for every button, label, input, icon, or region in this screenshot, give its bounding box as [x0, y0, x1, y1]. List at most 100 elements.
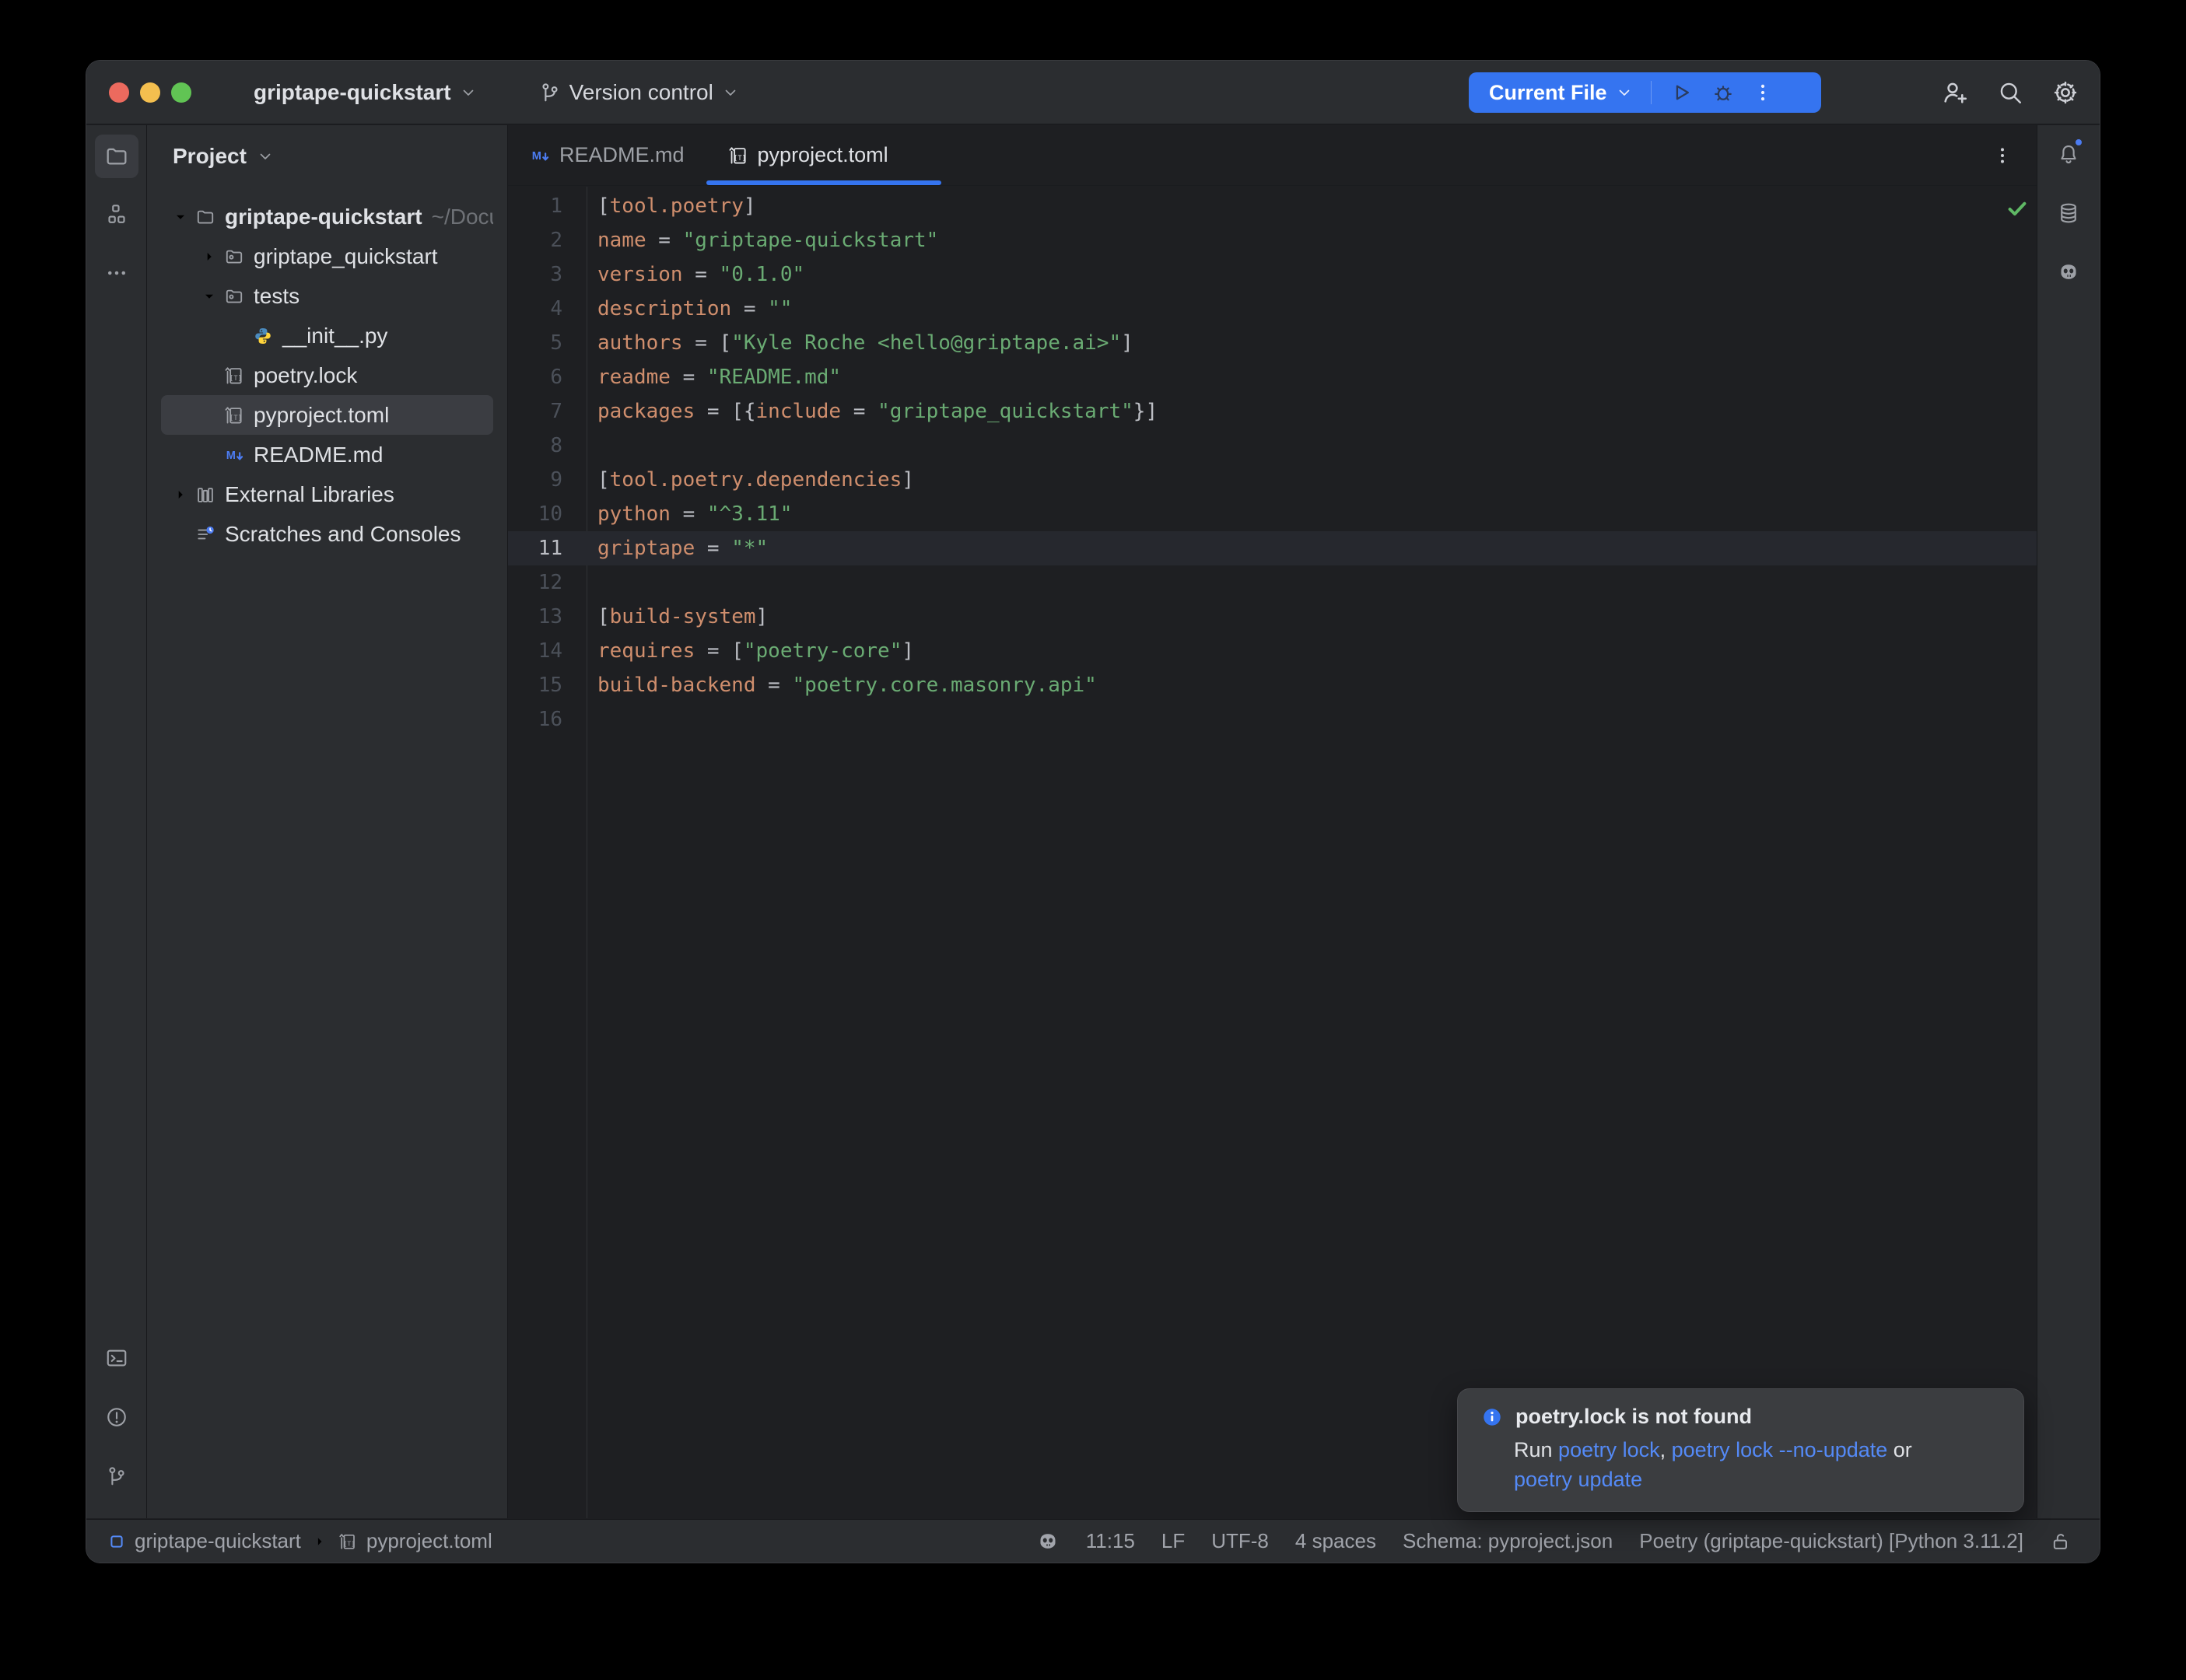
tree-item-pyproject-toml[interactable]: [T]pyproject.toml	[161, 395, 493, 435]
code-line-16[interactable]: 16	[508, 702, 2037, 737]
version-control-tool-button[interactable]	[100, 1459, 134, 1493]
code-line-9[interactable]: 9[tool.poetry.dependencies]	[508, 463, 2037, 497]
tree-item-readme-md[interactable]: MREADME.md	[161, 435, 493, 474]
terminal-tool-button[interactable]	[100, 1341, 134, 1375]
code-text: [build-system]	[597, 600, 768, 634]
close-window-button[interactable]	[109, 82, 129, 103]
notification-body: Run poetry lock, poetry lock --no-update…	[1514, 1435, 2002, 1494]
code-line-2[interactable]: 2name = "griptape-quickstart"	[508, 223, 2037, 257]
tree-item-external-libraries[interactable]: External Libraries	[161, 474, 493, 514]
code-line-11[interactable]: 11griptape = "*"	[508, 531, 2037, 565]
line-number[interactable]: 10	[508, 497, 562, 531]
line-number[interactable]: 8	[508, 429, 562, 463]
line-number[interactable]: 9	[508, 463, 562, 497]
file-encoding[interactable]: UTF-8	[1211, 1529, 1269, 1553]
project-tool-button[interactable]	[95, 135, 138, 178]
line-number[interactable]: 14	[508, 634, 562, 668]
svg-text:M: M	[532, 149, 541, 162]
code-line-15[interactable]: 15 build-backend = "poetry.core.masonry.a…	[508, 668, 2037, 702]
minimize-window-button[interactable]	[140, 82, 160, 103]
line-number[interactable]: 5	[508, 326, 562, 360]
copilot-status[interactable]	[1036, 1530, 1060, 1553]
more-tools-button[interactable]	[100, 256, 134, 290]
code-line-12[interactable]: 12	[508, 565, 2037, 600]
caret-position[interactable]: 11:15	[1086, 1529, 1135, 1553]
code-line-6[interactable]: 6readme = "README.md"	[508, 360, 2037, 394]
toml-icon: [T]	[338, 1532, 357, 1551]
project-selector[interactable]: griptape-quickstart	[254, 80, 478, 105]
notification-balloon[interactable]: poetry.lock is not found Run poetry lock…	[1457, 1388, 2024, 1512]
tab-pyproject-toml[interactable]: [T]pyproject.toml	[706, 125, 941, 185]
line-number[interactable]: 6	[508, 360, 562, 394]
tab-label: README.md	[559, 143, 685, 167]
code-line-13[interactable]: 13 [build-system]	[508, 600, 2037, 634]
project-square-icon	[108, 1533, 125, 1550]
chevron-right-icon[interactable]	[196, 248, 222, 265]
code-line-1[interactable]: 1[tool.poetry]	[508, 189, 2037, 223]
notification-link[interactable]: poetry update	[1514, 1468, 1642, 1491]
tree-item-tests[interactable]: tests	[161, 276, 493, 316]
structure-tool-button[interactable]	[100, 197, 134, 231]
line-number[interactable]: 7	[508, 394, 562, 429]
line-number[interactable]: 12	[508, 565, 562, 600]
notification-title: poetry.lock is not found	[1515, 1405, 1752, 1429]
titlebar-actions	[1941, 61, 2079, 124]
breadcrumb-item[interactable]: griptape-quickstart	[108, 1529, 301, 1553]
notification-link[interactable]: poetry lock	[1558, 1438, 1660, 1461]
more-run-options-button[interactable]	[1751, 81, 1774, 104]
code-line-4[interactable]: 4description = ""	[508, 292, 2037, 326]
chevron-down-icon[interactable]	[196, 288, 222, 305]
line-separator[interactable]: LF	[1161, 1529, 1185, 1553]
breadcrumb-item[interactable]: [T]pyproject.toml	[338, 1529, 492, 1553]
code-line-7[interactable]: 7packages = [{include = "griptape_quicks…	[508, 394, 2037, 429]
ai-assistant-button[interactable]	[2051, 255, 2086, 289]
database-icon	[2057, 201, 2080, 225]
code-line-14[interactable]: 14requires = ["poetry-core"]	[508, 634, 2037, 668]
run-configuration-selector[interactable]: Current File	[1489, 81, 1607, 105]
code-editor[interactable]: 1[tool.poetry]2name = "griptape-quicksta…	[508, 187, 2037, 1518]
scratches-icon	[194, 524, 217, 544]
line-number[interactable]: 4	[508, 292, 562, 326]
project-panel-header[interactable]: Project	[147, 125, 507, 187]
line-number[interactable]: 13	[508, 600, 562, 634]
fullscreen-window-button[interactable]	[171, 82, 191, 103]
code-line-10[interactable]: 10python = "^3.11"	[508, 497, 2037, 531]
tree-item--init-py[interactable]: __init__.py	[161, 316, 493, 355]
line-number[interactable]: 11	[508, 531, 562, 565]
tab-options-kebab-button[interactable]	[1992, 145, 2013, 166]
code-line-8[interactable]: 8	[508, 429, 2037, 463]
database-tool-button[interactable]	[2051, 196, 2086, 230]
search-everywhere-button[interactable]	[1997, 79, 2023, 106]
notification-link[interactable]: poetry lock --no-update	[1672, 1438, 1888, 1461]
line-number[interactable]: 1	[508, 189, 562, 223]
vcs-widget[interactable]: Version control	[538, 80, 740, 105]
debug-button[interactable]	[1711, 80, 1736, 105]
chevron-down-icon[interactable]	[167, 208, 194, 226]
breadcrumb-label: griptape-quickstart	[135, 1529, 301, 1553]
tree-item-griptape-quickstart[interactable]: griptape-quickstart~/Docume	[161, 197, 493, 236]
line-number[interactable]: 3	[508, 257, 562, 292]
tab-readme-md[interactable]: M README.md	[508, 125, 706, 185]
notifications-button[interactable]	[2051, 137, 2086, 171]
indent-style[interactable]: 4 spaces	[1295, 1529, 1376, 1553]
problems-tool-button[interactable]	[100, 1400, 134, 1434]
code-text: build-backend = "poetry.core.masonry.api…	[597, 668, 1097, 702]
line-number[interactable]: 15	[508, 668, 562, 702]
chevron-down-icon[interactable]	[1615, 83, 1634, 102]
python-interpreter[interactable]: Poetry (griptape-quickstart) [Python 3.1…	[1639, 1529, 2023, 1553]
close-tab-button[interactable]	[901, 146, 920, 165]
code-line-5[interactable]: 5authors = ["Kyle Roche <hello@griptape.…	[508, 326, 2037, 360]
chevron-right-icon[interactable]	[167, 486, 194, 503]
add-user-button[interactable]	[1941, 79, 1969, 107]
tree-item-griptape-quickstart[interactable]: griptape_quickstart	[161, 236, 493, 276]
run-button[interactable]	[1669, 80, 1694, 105]
line-number[interactable]: 16	[508, 702, 562, 737]
write-access-lock[interactable]	[2050, 1531, 2072, 1552]
notification-badge-dot	[2073, 137, 2084, 148]
tree-item-scratches-and-consoles[interactable]: Scratches and Consoles	[161, 514, 493, 554]
code-line-3[interactable]: 3version = "0.1.0"	[508, 257, 2037, 292]
json-schema[interactable]: Schema: pyproject.json	[1403, 1529, 1613, 1553]
settings-gear-button[interactable]	[2051, 79, 2079, 107]
line-number[interactable]: 2	[508, 223, 562, 257]
tree-item-poetry-lock[interactable]: [T]poetry.lock	[161, 355, 493, 395]
